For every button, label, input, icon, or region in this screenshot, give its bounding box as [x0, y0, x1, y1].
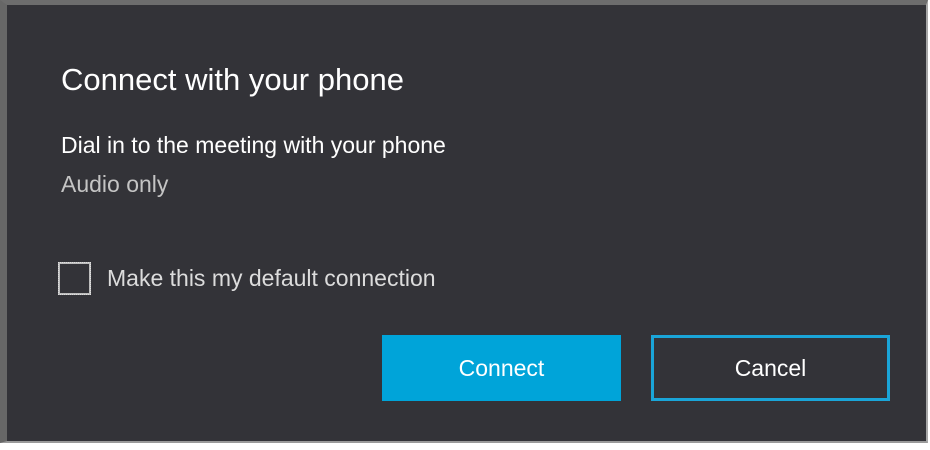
cancel-button[interactable]: Cancel [651, 335, 890, 401]
audio-only-label: Audio only [61, 171, 169, 197]
default-connection-label: Make this my default connection [107, 265, 436, 291]
connect-button[interactable]: Connect [382, 335, 621, 401]
dialog-subtitle: Dial in to the meeting with your phone [61, 132, 446, 158]
connect-phone-dialog: Connect with your phone Dial in to the m… [0, 0, 928, 443]
default-connection-checkbox[interactable]: Make this my default connection [58, 258, 436, 298]
checkbox-icon[interactable] [58, 261, 91, 295]
dialog-title: Connect with your phone [61, 62, 404, 97]
